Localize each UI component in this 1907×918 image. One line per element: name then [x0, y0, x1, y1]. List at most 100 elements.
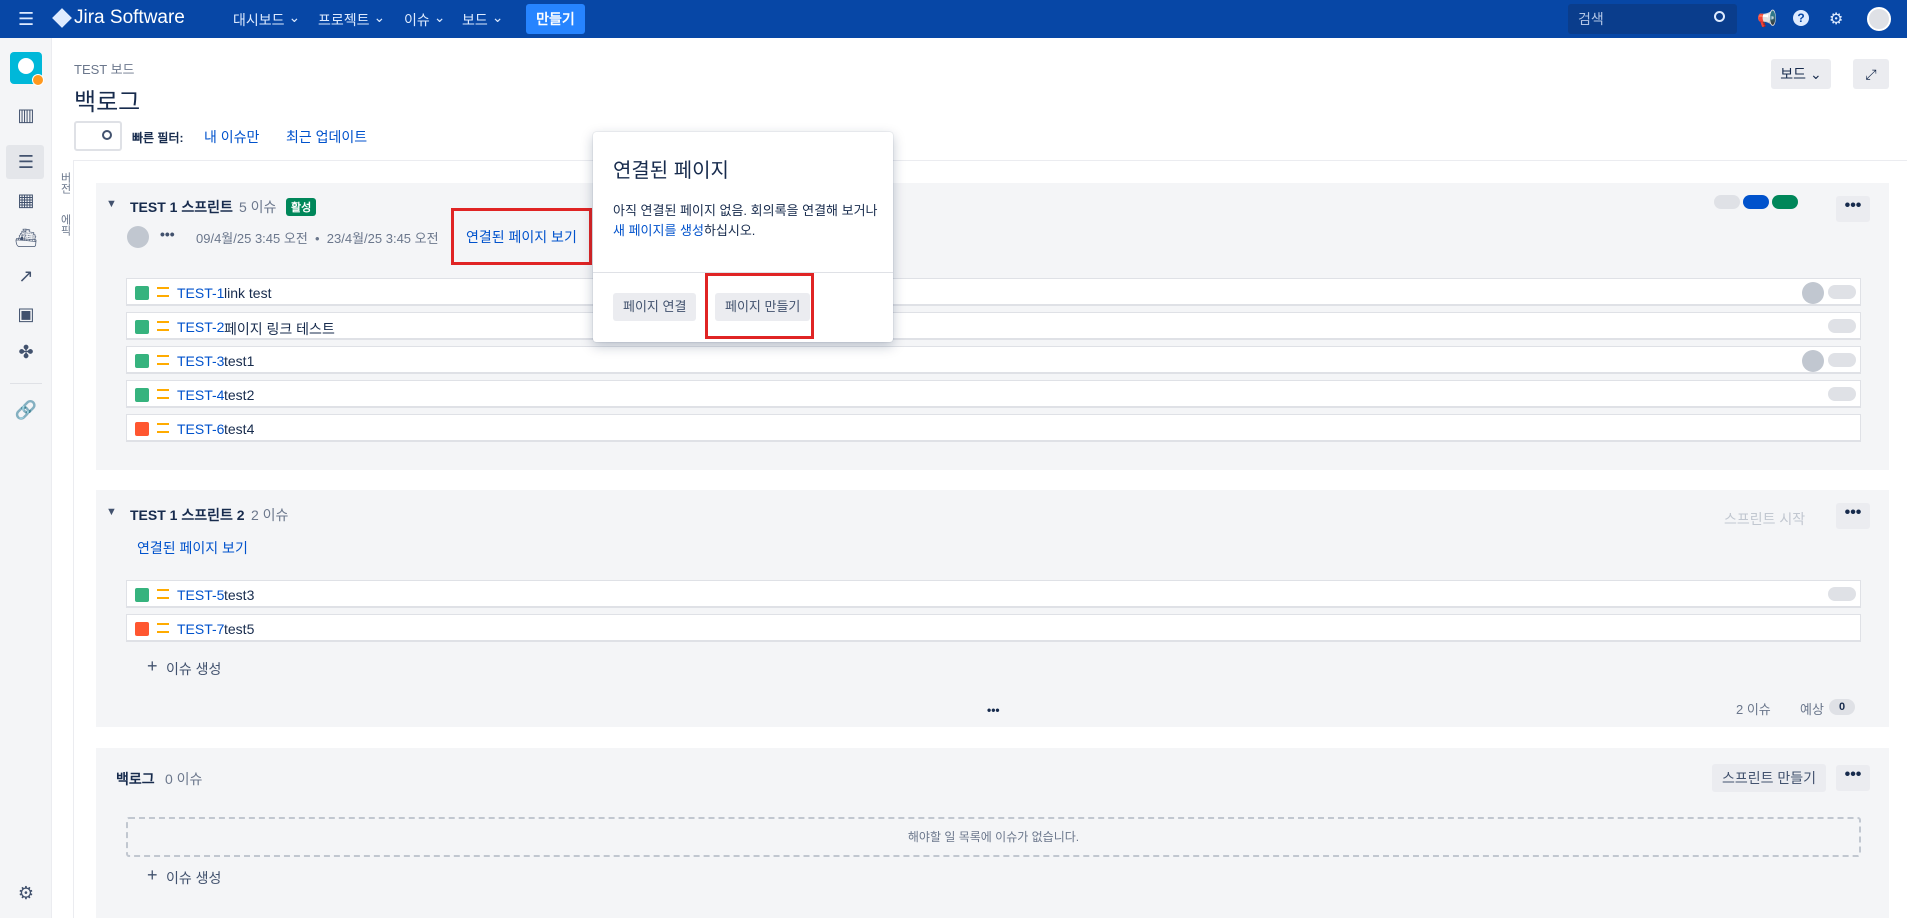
- backlog-create-issue[interactable]: 이슈 생성: [166, 868, 221, 888]
- sprint-2-create-issue[interactable]: 이슈 생성: [166, 659, 221, 679]
- expand-icon[interactable]: ⤢: [1853, 59, 1889, 89]
- page-title: 백로그: [74, 89, 141, 116]
- issues-icon[interactable]: ▣: [13, 301, 39, 327]
- nav-projects[interactable]: 프로젝트: [318, 10, 385, 30]
- start-sprint-button[interactable]: 스프린트 시작: [1724, 509, 1805, 529]
- menu-icon[interactable]: ☰: [18, 9, 34, 30]
- product-name[interactable]: Jira Software: [74, 7, 185, 29]
- nav-issues[interactable]: 이슈: [404, 10, 446, 30]
- priority-medium-icon: [157, 623, 169, 633]
- story-icon: [135, 588, 149, 602]
- issue-key[interactable]: TEST-7: [177, 621, 224, 637]
- create-button[interactable]: 만들기: [526, 4, 585, 34]
- releases-icon[interactable]: ⛴: [13, 225, 39, 251]
- sprint-1-dates: 09/4월/25 3:45 오전 • 23/4월/25 3:45 오전: [196, 231, 439, 246]
- components-icon[interactable]: ✤: [13, 339, 39, 365]
- status-done-pill: [1772, 195, 1798, 209]
- sprint-2-count: 2 이슈: [251, 507, 289, 523]
- filter-recent-updates[interactable]: 최근 업데이트: [286, 127, 367, 147]
- story-icon: [135, 388, 149, 402]
- issue-key[interactable]: TEST-3: [177, 353, 224, 369]
- more-icon[interactable]: •••: [987, 703, 1000, 717]
- popup-text-after: 하십시오.: [703, 223, 756, 238]
- sprint-2-title[interactable]: TEST 1 스프린트 2: [130, 505, 245, 525]
- project-avatar[interactable]: [10, 52, 44, 86]
- board-icon[interactable]: ▦: [13, 187, 39, 213]
- filter-my-issues[interactable]: 내 이슈만: [204, 127, 259, 147]
- roadmap-icon[interactable]: ▥: [13, 102, 39, 128]
- profile-avatar[interactable]: [1867, 7, 1891, 31]
- sprint-1-count: 5 이슈: [239, 199, 277, 215]
- estimate-pill: [1828, 387, 1856, 401]
- epics-tab[interactable]: 에픽: [57, 214, 73, 236]
- settings-icon[interactable]: ⚙: [13, 880, 39, 906]
- create-new-page-link[interactable]: 새 페이지를 생성: [613, 223, 704, 238]
- backlog-icon[interactable]: ☰: [13, 149, 39, 175]
- issue-summary: link test: [224, 285, 272, 301]
- issue-row[interactable]: TEST-2 페이지 링크 테스트: [126, 312, 1861, 340]
- breadcrumb[interactable]: TEST 보드: [74, 59, 135, 78]
- nav-boards[interactable]: 보드: [462, 10, 504, 30]
- header-divider: [74, 160, 1907, 161]
- nav-dashboards[interactable]: 대시보드: [233, 10, 300, 30]
- more-icon[interactable]: •••: [160, 226, 175, 242]
- estimate-pill: [1828, 285, 1856, 299]
- plus-icon[interactable]: +: [147, 865, 158, 886]
- issue-summary: test2: [224, 387, 255, 403]
- issue-row[interactable]: TEST-6 test4: [126, 414, 1861, 442]
- issue-key[interactable]: TEST-4: [177, 387, 224, 403]
- issue-key[interactable]: TEST-6: [177, 421, 224, 437]
- story-icon: [135, 320, 149, 334]
- filter-search-input[interactable]: [74, 121, 122, 151]
- board-button-label: 보드: [1780, 66, 1807, 82]
- issue-summary: test5: [224, 621, 255, 637]
- jira-logo-icon[interactable]: [52, 8, 72, 28]
- search-input[interactable]: 검색: [1568, 4, 1737, 34]
- help-icon[interactable]: ?: [1793, 10, 1809, 26]
- priority-medium-icon: [157, 355, 169, 365]
- create-sprint-button[interactable]: 스프린트 만들기: [1712, 764, 1827, 792]
- chevron-down-icon[interactable]: ▼: [106, 506, 117, 518]
- popup-text-before: 아직 연결된 페이지 없음. 회의록을 연결해 보거나: [613, 203, 878, 218]
- issue-row[interactable]: TEST-3 test1: [126, 346, 1861, 374]
- link-page-button[interactable]: 페이지 연결: [613, 293, 697, 321]
- board-dropdown-button[interactable]: 보드 ⌄: [1771, 59, 1831, 89]
- sprint-2-more-button[interactable]: •••: [1836, 503, 1870, 529]
- link-icon[interactable]: 🔗: [13, 397, 39, 423]
- issue-row[interactable]: TEST-1 link test: [126, 278, 1861, 306]
- gear-icon[interactable]: ⚙: [1829, 9, 1843, 29]
- sprint-2-footer-count: 2 이슈: [1736, 702, 1771, 717]
- sidebar-divider: [10, 383, 42, 384]
- notifications-icon[interactable]: 📢: [1757, 9, 1777, 29]
- plus-icon[interactable]: +: [147, 656, 158, 677]
- estimate-value-badge: 0: [1829, 699, 1855, 715]
- status-inprogress-pill: [1743, 195, 1769, 209]
- issue-row[interactable]: TEST-4 test2: [126, 380, 1861, 408]
- issue-summary: test1: [224, 353, 255, 369]
- bug-icon: [135, 422, 149, 436]
- search-icon: [1714, 11, 1725, 22]
- backlog-count: 0 이슈: [165, 771, 203, 787]
- sprint-1-title[interactable]: TEST 1 스프린트: [130, 197, 233, 217]
- versions-tab[interactable]: 버전: [57, 172, 73, 194]
- sprint-1-more-button[interactable]: •••: [1836, 196, 1870, 222]
- story-icon: [135, 286, 149, 300]
- issue-row[interactable]: TEST-7 test5: [126, 614, 1861, 642]
- backlog-title: 백로그: [116, 771, 155, 787]
- issue-key[interactable]: TEST-1: [177, 285, 224, 301]
- priority-medium-icon: [157, 287, 169, 297]
- issue-key[interactable]: TEST-5: [177, 587, 224, 603]
- chevron-down-icon[interactable]: ▼: [106, 198, 117, 210]
- issue-row[interactable]: TEST-5 test3: [126, 580, 1861, 608]
- sprint-2-linked-pages-link[interactable]: 연결된 페이지 보기: [137, 538, 248, 558]
- sprint-1-linked-pages-link[interactable]: 연결된 페이지 보기: [466, 227, 577, 247]
- reports-icon[interactable]: ↗: [13, 263, 39, 289]
- issue-key[interactable]: TEST-2: [177, 319, 224, 335]
- estimate-pill: [1828, 319, 1856, 333]
- backlog-more-button[interactable]: •••: [1836, 765, 1870, 791]
- top-navigation: ☰ Jira Software 대시보드 프로젝트 이슈 보드 만들기 검색 📢…: [0, 0, 1907, 38]
- priority-medium-icon: [157, 423, 169, 433]
- issue-summary: test4: [224, 421, 255, 437]
- estimate-label: 예상: [1800, 702, 1824, 717]
- sprint-owner-avatar[interactable]: [127, 226, 149, 248]
